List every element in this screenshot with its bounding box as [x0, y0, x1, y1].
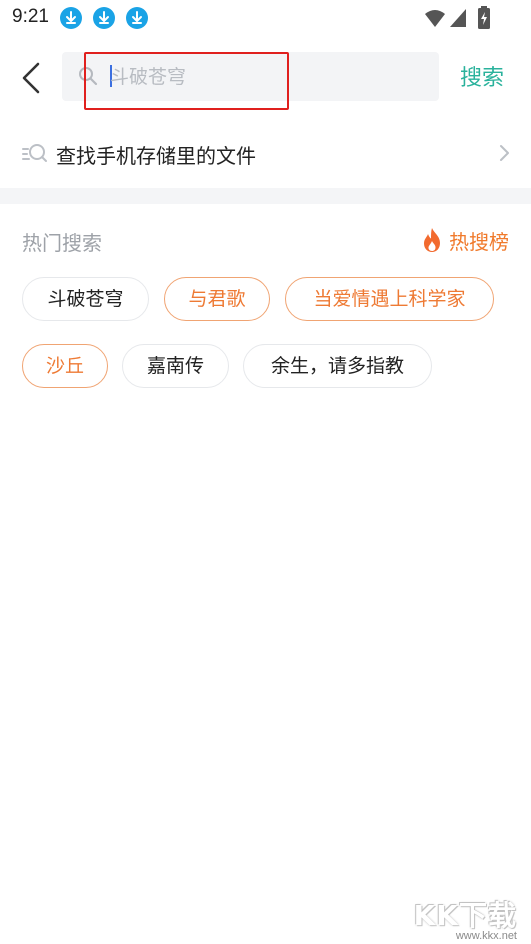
- watermark-brand: KK下载: [413, 899, 517, 932]
- watermark: KK下载 www.kkx.net: [413, 894, 523, 942]
- download-icon: [60, 7, 82, 29]
- hot-tag[interactable]: 余生，请多指教: [243, 344, 432, 388]
- wifi-icon: [425, 10, 445, 27]
- hot-tag[interactable]: 当爱情遇上科学家: [285, 277, 494, 321]
- hot-search-title: 热门搜索: [22, 231, 102, 255]
- download-icon: [126, 7, 148, 29]
- local-search-label: 查找手机存储里的文件: [56, 144, 256, 168]
- fire-icon: [424, 228, 440, 252]
- search-input[interactable]: [110, 52, 420, 101]
- signal-icon: [450, 9, 466, 27]
- section-divider: [0, 188, 531, 204]
- local-file-search-row[interactable]: 查找手机存储里的文件: [0, 128, 531, 178]
- status-bar: 9:21: [0, 0, 531, 36]
- hot-tag[interactable]: 嘉南传: [122, 344, 229, 388]
- back-arrow-icon: [22, 62, 40, 94]
- battery-icon: [478, 6, 490, 29]
- file-search-icon: [22, 144, 47, 162]
- watermark-url: www.kkx.net: [455, 930, 517, 942]
- search-box[interactable]: [62, 52, 439, 101]
- download-icon: [93, 7, 115, 29]
- hot-rank-link[interactable]: 热搜榜: [421, 225, 509, 255]
- hot-tag[interactable]: 沙丘: [22, 344, 108, 388]
- search-icon: [79, 67, 98, 86]
- hot-tag[interactable]: 斗破苍穹: [22, 277, 149, 321]
- back-button[interactable]: [16, 58, 50, 98]
- status-time: 9:21: [12, 6, 49, 27]
- search-button[interactable]: 搜索: [460, 60, 504, 92]
- chevron-right-icon: [500, 145, 509, 161]
- hot-tag[interactable]: 与君歌: [164, 277, 270, 321]
- hot-rank-label: 热搜榜: [449, 229, 509, 254]
